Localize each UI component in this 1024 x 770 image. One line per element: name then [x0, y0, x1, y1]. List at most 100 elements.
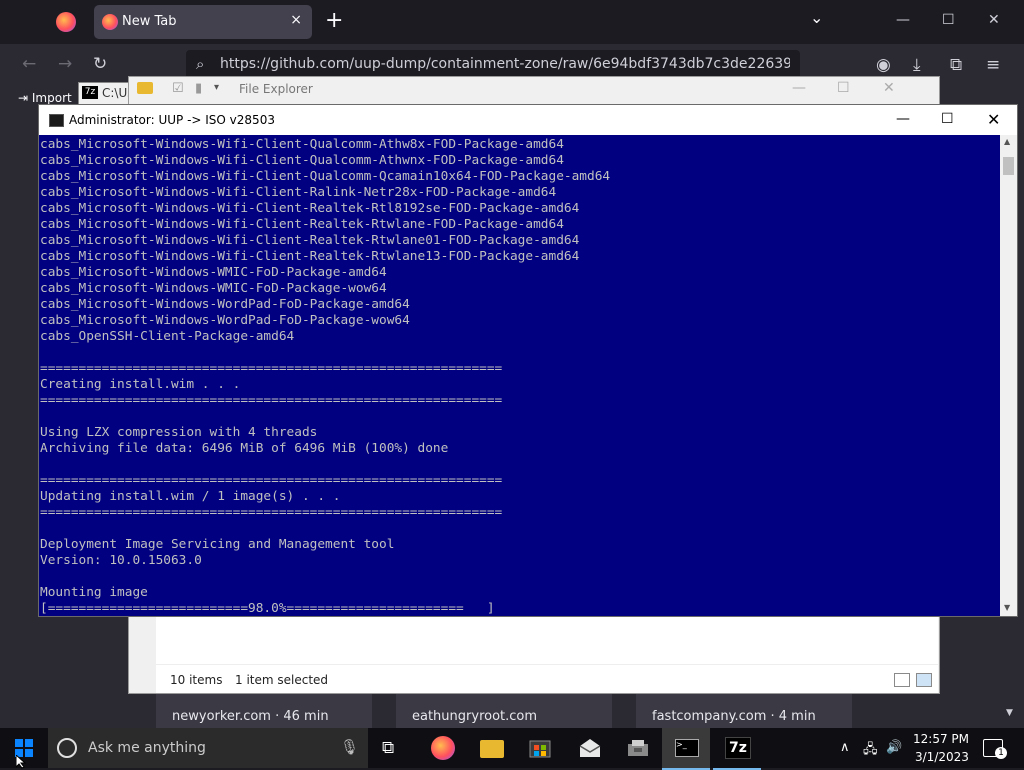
volume-icon[interactable]: 🔊	[886, 740, 902, 755]
console-line: Version: 10.0.15063.0	[40, 553, 202, 568]
customize-quick-access-icon[interactable]: ▾	[214, 82, 219, 93]
task-view-icon[interactable]: ⧉	[382, 738, 394, 758]
top-site-label: eathungryroot.com	[412, 709, 538, 724]
new-tab-button[interactable]: +	[325, 8, 343, 34]
taskbar-firefox-icon[interactable]	[431, 736, 455, 760]
console-minimize-icon[interactable]: —	[896, 111, 910, 127]
microphone-icon[interactable]: 🎙	[340, 738, 359, 756]
back-icon[interactable]: ←	[22, 54, 36, 74]
details-view-icon[interactable]	[894, 673, 910, 687]
import-bookmarks-button[interactable]: ⇥ Import	[18, 91, 72, 105]
minimize-icon[interactable]: —	[896, 12, 910, 28]
maximize-icon[interactable]: ☐	[942, 12, 955, 28]
clock-time[interactable]: 12:57 PM	[913, 732, 969, 746]
console-line: cabs_Microsoft-Windows-Wifi-Client-Qualc…	[40, 169, 611, 184]
item-count: 10 items	[170, 673, 223, 687]
menu-icon[interactable]: ≡	[986, 55, 1000, 75]
clock-date[interactable]: 3/1/2023	[915, 750, 969, 764]
large-icons-view-icon[interactable]	[916, 673, 932, 687]
console-line: cabs_Microsoft-Windows-Wifi-Client-Qualc…	[40, 153, 564, 168]
extensions-icon[interactable]: ⧉	[950, 55, 962, 75]
network-icon[interactable]: 🖧	[863, 740, 878, 762]
console-line: cabs_Microsoft-Windows-Wifi-Client-Realt…	[40, 201, 580, 216]
console-line: Mounting image	[40, 585, 148, 600]
tab-close-icon[interactable]: ×	[290, 12, 302, 28]
downloads-icon[interactable]: ⤓	[913, 55, 921, 75]
console-line: ========================================…	[40, 361, 503, 376]
console-line: ========================================…	[40, 473, 503, 488]
console-maximize-icon[interactable]: ☐	[941, 111, 954, 127]
list-all-tabs-icon[interactable]: ⌄	[810, 8, 823, 27]
console-line: Using LZX compression with 4 threads	[40, 425, 318, 440]
console-title: Administrator: UUP -> ISO v28503	[69, 113, 275, 127]
console-line: [==========================98.0%========…	[40, 601, 495, 615]
taskbar-7zip-icon: 7z	[725, 737, 751, 759]
taskbar-7zip-button[interactable]: 7z	[713, 728, 761, 770]
console-icon	[49, 114, 64, 127]
console-line: ========================================…	[40, 505, 503, 520]
console-line: cabs_Microsoft-Windows-Wifi-Client-Realt…	[40, 217, 564, 232]
console-scrollbar[interactable]: ▲ ▼	[1000, 135, 1017, 616]
taskbar-store-icon[interactable]	[529, 736, 553, 760]
console-output[interactable]: cabs_Microsoft-Windows-Wifi-Client-Qualc…	[40, 137, 998, 615]
console-line: Creating install.wim . . .	[40, 377, 241, 392]
selection-count: 1 item selected	[235, 673, 329, 687]
taskbar-mail-icon[interactable]	[578, 736, 602, 760]
import-label: Import	[31, 91, 72, 105]
firefox-icon	[102, 14, 118, 30]
cortana-icon	[57, 738, 77, 758]
explorer-close-icon[interactable]: ✕	[883, 80, 895, 96]
top-site-label: fastcompany.com · 4 min	[652, 709, 816, 724]
folder-icon	[137, 82, 153, 94]
file-explorer-title: File Explorer	[239, 82, 313, 96]
notification-badge: 1	[995, 747, 1007, 759]
taskbar-console-button[interactable]: >_	[662, 728, 710, 770]
console-line: cabs_OpenSSH-Client-Package-amd64	[40, 329, 295, 344]
console-line: cabs_Microsoft-Windows-Wifi-Client-Realt…	[40, 233, 580, 248]
console-line: cabs_Microsoft-Windows-Wifi-Client-Realt…	[40, 249, 580, 264]
taskbar-search[interactable]: Ask me anything 🎙	[48, 728, 368, 768]
show-hidden-icons-icon[interactable]: ∧	[840, 740, 850, 755]
console-line: cabs_Microsoft-Windows-WMIC-FoD-Package-…	[40, 281, 387, 296]
scroll-up-icon[interactable]: ▲	[1004, 137, 1010, 146]
7zip-icon: 7z	[82, 86, 98, 99]
console-line: ========================================…	[40, 393, 503, 408]
close-icon[interactable]: ✕	[988, 12, 1000, 28]
scroll-thumb[interactable]	[1003, 157, 1014, 175]
scroll-down-icon[interactable]: ▼	[1004, 603, 1010, 612]
firefox-view-icon[interactable]	[56, 12, 76, 32]
tab-new-tab[interactable]: New Tab ×	[94, 5, 312, 39]
reload-icon[interactable]: ↻	[93, 54, 107, 74]
taskbar-file-explorer-icon[interactable]	[480, 740, 504, 758]
taskbar-setup-icon[interactable]	[626, 736, 650, 760]
file-list-area[interactable]	[156, 614, 938, 664]
mouse-cursor-icon	[16, 755, 27, 769]
console-line: Archiving file data: 6496 MiB of 6496 Mi…	[40, 441, 449, 456]
console-line: cabs_Microsoft-Windows-Wifi-Client-Qualc…	[40, 137, 564, 152]
url-text: https://github.com/uup-dump/containment-…	[220, 56, 790, 72]
console-title-bar[interactable]: Administrator: UUP -> ISO v28503 — ☐ ✕	[39, 105, 1017, 135]
explorer-minimize-icon[interactable]: —	[792, 80, 806, 96]
console-line: cabs_Microsoft-Windows-Wifi-Client-Ralin…	[40, 185, 557, 200]
search-placeholder: Ask me anything	[88, 740, 206, 756]
explorer-maximize-icon[interactable]: ☐	[837, 80, 850, 96]
taskbar-console-icon: >_	[675, 739, 699, 757]
page-scroll-down-icon[interactable]: ▼	[1006, 708, 1013, 718]
properties-icon[interactable]: ☑	[172, 81, 184, 96]
console-close-icon[interactable]: ✕	[987, 110, 1000, 129]
console-line: cabs_Microsoft-Windows-WordPad-FoD-Packa…	[40, 313, 410, 328]
console-line: Deployment Image Servicing and Managemen…	[40, 537, 395, 552]
search-icon: ⌕	[196, 55, 205, 73]
pocket-icon[interactable]: ◉	[876, 55, 891, 75]
forward-icon[interactable]: →	[58, 54, 72, 74]
tab-title: New Tab	[122, 14, 177, 29]
top-site-label: newyorker.com · 46 min	[172, 709, 329, 724]
new-folder-icon[interactable]: ▮	[195, 81, 202, 96]
console-window[interactable]: Administrator: UUP -> ISO v28503 — ☐ ✕ c…	[38, 104, 1018, 617]
action-center-icon[interactable]: 1	[983, 739, 1007, 759]
